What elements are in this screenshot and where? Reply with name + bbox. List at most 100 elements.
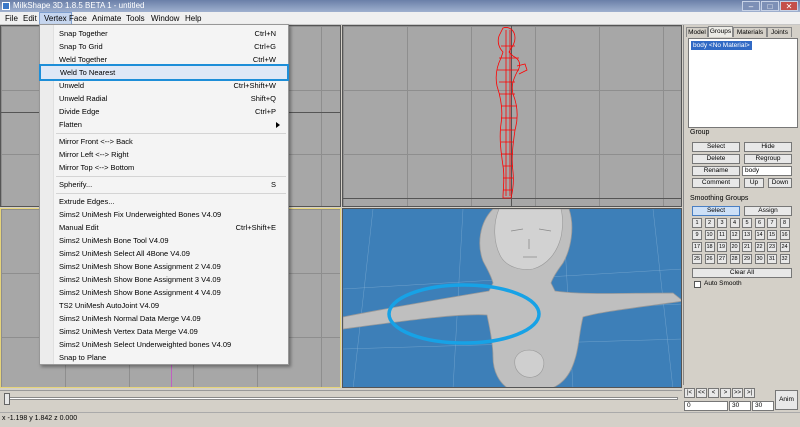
frame-current-field[interactable]: 30 bbox=[729, 401, 751, 411]
minimize-button[interactable]: – bbox=[742, 1, 760, 11]
smoothing-group-10-button[interactable]: 10 bbox=[704, 230, 715, 240]
group-select-button[interactable]: Select bbox=[692, 142, 740, 152]
smoothing-group-11-button[interactable]: 11 bbox=[717, 230, 727, 240]
menu-item-weld-to-nearest[interactable]: Weld To Nearest bbox=[39, 64, 289, 81]
menu-item-unweld-radial[interactable]: Unweld Radial Shift+Q bbox=[40, 92, 288, 105]
next-frame-button[interactable]: > bbox=[720, 388, 731, 398]
smoothing-group-28-button[interactable]: 28 bbox=[729, 254, 740, 264]
timeline-track[interactable] bbox=[6, 397, 678, 400]
maximize-button[interactable]: □ bbox=[761, 1, 779, 11]
frame-start-field[interactable]: 0 bbox=[684, 401, 728, 411]
next-keyframe-button[interactable]: >> bbox=[732, 388, 743, 398]
menu-item-show-bone-assignment-4[interactable]: Sims2 UniMesh Show Bone Assignment 4 V4.… bbox=[40, 286, 288, 299]
smoothing-group-32-button[interactable]: 32 bbox=[779, 254, 790, 264]
smoothing-group-14-button[interactable]: 14 bbox=[754, 230, 765, 240]
menu-item-snap-to-plane[interactable]: Snap to Plane bbox=[40, 351, 288, 364]
group-hide-button[interactable]: Hide bbox=[744, 142, 792, 152]
menu-item-autojoint[interactable]: TS2 UniMesh AutoJoint V4.09 bbox=[40, 299, 288, 312]
smoothing-group-26-button[interactable]: 26 bbox=[704, 254, 715, 264]
viewport-front[interactable] bbox=[342, 25, 682, 207]
menu-item-snap-to-grid[interactable]: Snap To Grid Ctrl+G bbox=[40, 40, 288, 53]
smoothing-select-button[interactable]: Select bbox=[692, 206, 740, 216]
smoothing-group-12-button[interactable]: 12 bbox=[729, 230, 740, 240]
smoothing-group-6-button[interactable]: 6 bbox=[754, 218, 765, 228]
menu-item-label: Sims2 UniMesh Select Underweighted bones… bbox=[59, 340, 232, 349]
prev-frame-button[interactable]: < bbox=[708, 388, 719, 398]
menu-item-divide-edge[interactable]: Divide Edge Ctrl+P bbox=[40, 105, 288, 118]
menu-item-label: Mirror Left <--> Right bbox=[59, 150, 129, 159]
smoothing-group-9-button[interactable]: 9 bbox=[692, 230, 702, 240]
anim-button[interactable]: Anim bbox=[775, 390, 798, 410]
group-list[interactable]: body <No Material> bbox=[688, 38, 798, 128]
group-rename-button[interactable]: Rename bbox=[692, 166, 740, 176]
smoothing-group-20-button[interactable]: 20 bbox=[729, 242, 740, 252]
menu-item-label: Sims2 UniMesh Bone Tool V4.09 bbox=[59, 236, 169, 245]
window-title: MilkShape 3D 1.8.5 BETA 1 - untitled bbox=[13, 1, 145, 10]
menu-item-snap-together[interactable]: Snap Together Ctrl+N bbox=[40, 27, 288, 40]
group-regroup-button[interactable]: Regroup bbox=[744, 154, 792, 164]
smoothing-group-4-button[interactable]: 4 bbox=[729, 218, 740, 228]
menu-item-select-all-4bone[interactable]: Sims2 UniMesh Select All 4Bone V4.09 bbox=[40, 247, 288, 260]
menu-item-extrude-edges[interactable]: Extrude Edges... bbox=[40, 195, 288, 208]
smoothing-group-8-button[interactable]: 8 bbox=[779, 218, 790, 228]
group-up-button[interactable]: Up bbox=[744, 178, 764, 188]
menu-item-normal-data-merge[interactable]: Sims2 UniMesh Normal Data Merge V4.09 bbox=[40, 312, 288, 325]
menu-item-unweld[interactable]: Unweld Ctrl+Shift+W bbox=[40, 79, 288, 92]
smoothing-group-1-button[interactable]: 1 bbox=[692, 218, 702, 228]
menu-edit[interactable]: Edit bbox=[19, 12, 41, 25]
menu-item-shortcut: Ctrl+G bbox=[254, 42, 276, 51]
smoothing-group-15-button[interactable]: 15 bbox=[767, 230, 777, 240]
menu-item-show-bone-assignment-3[interactable]: Sims2 UniMesh Show Bone Assignment 3 V4.… bbox=[40, 273, 288, 286]
smoothing-group-30-button[interactable]: 30 bbox=[754, 254, 765, 264]
group-list-item[interactable]: body <No Material> bbox=[691, 41, 752, 50]
timeline-slider-thumb[interactable] bbox=[4, 393, 10, 405]
tab-materials[interactable]: Materials bbox=[733, 27, 767, 37]
menu-item-manual-edit[interactable]: Manual Edit Ctrl+Shift+E bbox=[40, 221, 288, 234]
smoothing-group-3-button[interactable]: 3 bbox=[717, 218, 727, 228]
group-name-field[interactable]: body bbox=[742, 166, 792, 176]
tab-model[interactable]: Model bbox=[686, 27, 708, 37]
smoothing-group-5-button[interactable]: 5 bbox=[742, 218, 752, 228]
smoothing-group-16-button[interactable]: 16 bbox=[779, 230, 790, 240]
auto-smooth-checkbox[interactable] bbox=[694, 281, 701, 288]
smoothing-group-2-button[interactable]: 2 bbox=[704, 218, 715, 228]
viewport-3d[interactable] bbox=[342, 208, 682, 388]
smoothing-group-19-button[interactable]: 19 bbox=[717, 242, 727, 252]
tab-joints[interactable]: Joints bbox=[767, 27, 792, 37]
menu-item-select-underweighted-bones[interactable]: Sims2 UniMesh Select Underweighted bones… bbox=[40, 338, 288, 351]
smoothing-group-27-button[interactable]: 27 bbox=[717, 254, 727, 264]
menu-item-flatten[interactable]: Flatten bbox=[40, 118, 288, 131]
tab-groups[interactable]: Groups bbox=[708, 26, 733, 37]
menu-item-bone-tool[interactable]: Sims2 UniMesh Bone Tool V4.09 bbox=[40, 234, 288, 247]
menu-item-weld-together[interactable]: Weld Together Ctrl+W bbox=[40, 53, 288, 66]
clear-all-button[interactable]: Clear All bbox=[692, 268, 792, 278]
menu-item-mirror-top-bottom[interactable]: Mirror Top <--> Bottom bbox=[40, 161, 288, 174]
smoothing-group-24-button[interactable]: 24 bbox=[779, 242, 790, 252]
smoothing-group-13-button[interactable]: 13 bbox=[742, 230, 752, 240]
smoothing-group-17-button[interactable]: 17 bbox=[692, 242, 702, 252]
prev-keyframe-button[interactable]: << bbox=[696, 388, 707, 398]
smoothing-group-25-button[interactable]: 25 bbox=[692, 254, 702, 264]
menu-item-spherify[interactable]: Spherify... S bbox=[40, 178, 288, 191]
group-down-button[interactable]: Down bbox=[768, 178, 792, 188]
menu-item-label: Unweld bbox=[59, 81, 85, 90]
smoothing-group-22-button[interactable]: 22 bbox=[754, 242, 765, 252]
menu-item-mirror-front-back[interactable]: Mirror Front <--> Back bbox=[40, 135, 288, 148]
smoothing-group-21-button[interactable]: 21 bbox=[742, 242, 752, 252]
group-delete-button[interactable]: Delete bbox=[692, 154, 740, 164]
smoothing-assign-button[interactable]: Assign bbox=[744, 206, 792, 216]
close-button[interactable]: ✕ bbox=[780, 1, 798, 11]
smoothing-group-7-button[interactable]: 7 bbox=[767, 218, 777, 228]
smoothing-group-18-button[interactable]: 18 bbox=[704, 242, 715, 252]
first-frame-button[interactable]: |< bbox=[684, 388, 695, 398]
menu-item-mirror-left-right[interactable]: Mirror Left <--> Right bbox=[40, 148, 288, 161]
frame-end-field[interactable]: 30 bbox=[752, 401, 774, 411]
group-comment-button[interactable]: Comment bbox=[692, 178, 740, 188]
menu-item-fix-underweighted-bones[interactable]: Sims2 UniMesh Fix Underweighted Bones V4… bbox=[40, 208, 288, 221]
menu-item-show-bone-assignment-2[interactable]: Sims2 UniMesh Show Bone Assignment 2 V4.… bbox=[40, 260, 288, 273]
last-frame-button[interactable]: >| bbox=[744, 388, 755, 398]
smoothing-group-23-button[interactable]: 23 bbox=[767, 242, 777, 252]
menu-item-vertex-data-merge[interactable]: Sims2 UniMesh Vertex Data Merge V4.09 bbox=[40, 325, 288, 338]
smoothing-group-29-button[interactable]: 29 bbox=[742, 254, 752, 264]
smoothing-group-31-button[interactable]: 31 bbox=[767, 254, 777, 264]
